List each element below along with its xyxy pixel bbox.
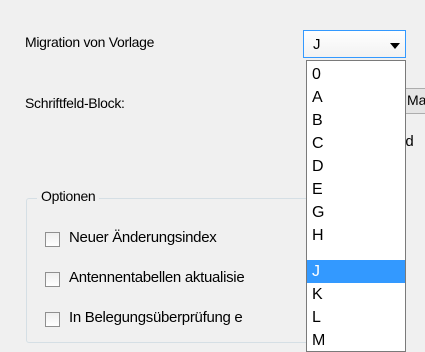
dropdown-option[interactable]: M bbox=[307, 329, 405, 351]
dropdown-option[interactable]: E bbox=[307, 178, 405, 201]
checkbox-antenna-tables[interactable] bbox=[45, 272, 60, 287]
dropdown-option[interactable]: L bbox=[307, 306, 405, 329]
template-combobox[interactable]: J bbox=[303, 30, 406, 58]
dropdown-option[interactable]: K bbox=[307, 283, 405, 306]
dropdown-option[interactable]: D bbox=[307, 155, 405, 178]
dropdown-option[interactable]: A bbox=[307, 86, 405, 109]
dropdown-option[interactable]: C bbox=[307, 132, 405, 155]
schriftfeld-label: Schriftfeld-Block: bbox=[25, 95, 125, 111]
template-dropdown-list[interactable]: 0 A B C D E G H J K L M bbox=[306, 60, 406, 352]
checkbox-label-antenna-tables[interactable]: Antennentabellen aktualisie bbox=[69, 269, 245, 286]
combo-selected-value: J bbox=[313, 36, 321, 53]
dropdown-option[interactable]: B bbox=[307, 109, 405, 132]
checkbox-label-new-change-index[interactable]: Neuer Änderungsindex bbox=[69, 229, 217, 246]
schriftfeld-block-text: Ma bbox=[407, 92, 425, 108]
checkbox-occupancy-check[interactable] bbox=[45, 312, 60, 327]
migration-label: Migration von Vorlage bbox=[25, 34, 155, 50]
checkbox-new-change-index[interactable] bbox=[45, 232, 60, 247]
checkbox-label-occupancy-check[interactable]: In Belegungsüberprüfung e bbox=[69, 309, 243, 326]
options-group-title: Optionen bbox=[37, 188, 100, 204]
dropdown-option[interactable]: 0 bbox=[307, 63, 405, 86]
chevron-down-icon[interactable] bbox=[390, 43, 400, 49]
dropdown-option[interactable]: G bbox=[307, 201, 405, 224]
dropdown-option[interactable]: H bbox=[307, 224, 405, 247]
dropdown-option-selected[interactable]: J bbox=[307, 260, 405, 283]
